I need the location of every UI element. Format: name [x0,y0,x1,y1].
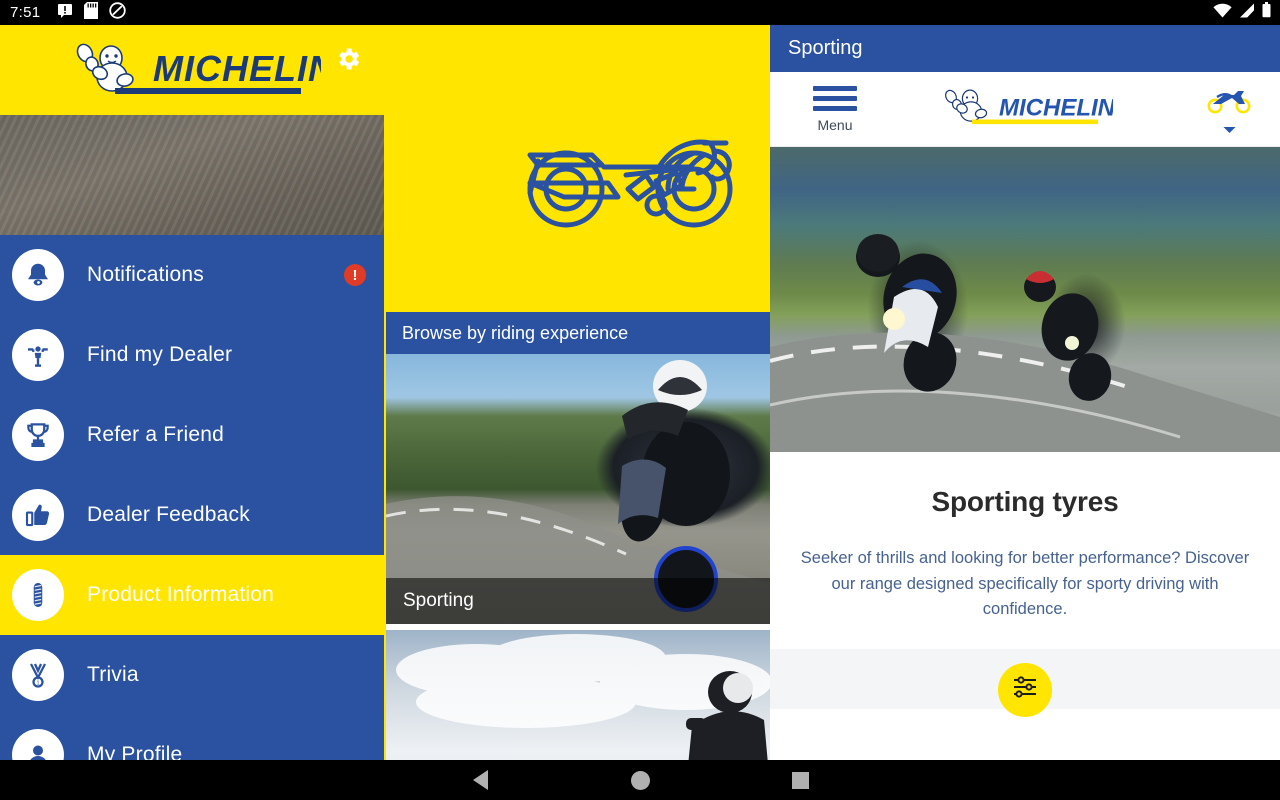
wifi-icon [1213,3,1232,23]
sidebar-item-label: Notifications [87,263,204,286]
michelin-logo: MICHELIN [76,43,321,94]
device-screen: 7:51 MICHELIN Notifications ! Find my De… [0,0,1280,800]
status-badge: ! [344,264,366,286]
bell-icon [12,249,64,301]
home-button[interactable] [560,770,720,790]
profile-icon [12,729,64,760]
drawer-menu-list: Notifications ! Find my Dealer Refer a F… [0,235,384,760]
status-bar-right-icons [1213,0,1271,25]
riding-experience-card-next[interactable] [386,630,770,760]
tyre-icon [12,569,64,621]
navigation-drawer: MICHELIN Notifications ! Find my Dealer … [0,25,384,760]
drawer-banner-image [0,115,384,235]
motorcycle-icon [1207,88,1251,119]
chevron-down-icon [1223,121,1236,139]
card-label: Sporting [386,578,770,624]
filter-strip [770,648,1280,717]
page-title: Sporting [788,37,863,59]
recents-button[interactable] [720,771,880,789]
michelin-logo[interactable]: MICHELIN [937,86,1116,133]
panel-hero [386,25,770,312]
sidebar-item-notifications[interactable]: Notifications ! [0,235,384,315]
cellular-signal-icon [1239,3,1255,23]
sidebar-item-label: My Profile [87,743,183,760]
webview-panel: Sporting Menu MICHELIN Sporting tyres Se… [770,25,1280,760]
drawer-header: MICHELIN [0,25,384,115]
home-circle-icon [630,770,650,790]
android-navigation-bar [0,760,1280,800]
trophy-icon [12,409,64,461]
panels-row: MICHELIN Notifications ! Find my Dealer … [0,25,1280,760]
do-not-disturb-icon [109,1,127,24]
recents-square-icon [791,771,809,789]
sidebar-item-trivia[interactable]: 1 Trivia [0,635,384,715]
product-information-panel: Browse by riding experience Sporting [384,25,770,760]
sd-card-icon [84,1,99,24]
svg-text:MICHELIN: MICHELIN [153,48,321,89]
sidebar-item-label: Refer a Friend [87,423,225,446]
web-header: Menu MICHELIN [770,72,1280,147]
content-block: Sporting tyres Seeker of thrills and loo… [770,452,1280,649]
card-image [386,630,770,760]
sidebar-item-dealer-feedback[interactable]: Dealer Feedback [0,475,384,555]
sidebar-item-label: Dealer Feedback [87,503,250,526]
svg-text:MICHELIN: MICHELIN [999,95,1113,122]
status-bar-left-icons [57,1,127,24]
vehicle-selector[interactable] [1202,88,1256,139]
content-heading: Sporting tyres [931,486,1119,517]
message-icon [57,2,73,23]
motorcycle-line-art-icon [508,97,748,242]
riding-experience-card-sporting[interactable]: Sporting [386,354,770,624]
back-triangle-icon [472,770,488,790]
back-button[interactable] [400,770,560,790]
gear-icon[interactable] [334,45,362,73]
filter-button[interactable] [998,662,1052,717]
card-label-text: Sporting [403,590,474,611]
menu-button[interactable]: Menu [802,86,868,133]
svg-text:1: 1 [36,680,39,686]
card-photo-detail [396,634,770,760]
dealer-icon [12,329,64,381]
section-title-label: Browse by riding experience [402,322,629,343]
sidebar-item-label: Find my Dealer [87,343,233,366]
status-bar-clock: 7:51 [10,4,41,21]
hamburger-icon [813,86,857,116]
section-title: Browse by riding experience [386,312,770,354]
riding-experience-card-list: Sporting [386,354,770,760]
sliders-icon [1011,674,1039,705]
thumbs-up-icon [12,489,64,541]
sidebar-item-label: Trivia [87,663,139,686]
medal-icon: 1 [12,649,64,701]
hero-image [770,147,1280,452]
status-bar: 7:51 [0,0,1280,25]
battery-icon [1262,2,1271,23]
content-body: Seeker of thrills and looking for better… [800,549,1250,619]
sidebar-item-refer-a-friend[interactable]: Refer a Friend [0,395,384,475]
sidebar-item-label: Product Information [87,583,275,606]
menu-button-label: Menu [817,117,853,133]
sidebar-item-product-information[interactable]: Product Information [0,555,384,635]
webview-title-bar: Sporting [770,25,1280,72]
sidebar-item-my-profile[interactable]: My Profile [0,715,384,760]
sidebar-item-find-my-dealer[interactable]: Find my Dealer [0,315,384,395]
